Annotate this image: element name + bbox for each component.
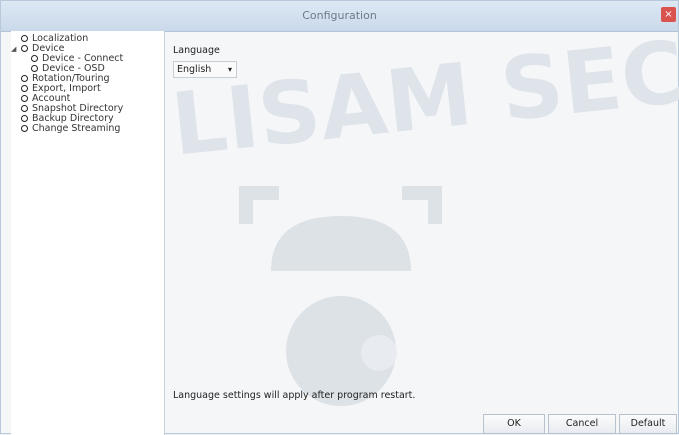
circle-icon (21, 125, 28, 132)
cancel-button[interactable]: Cancel (548, 414, 616, 434)
title-bar: Configuration × (1, 1, 678, 32)
expand-icon[interactable]: ◢ (11, 44, 16, 54)
default-button[interactable]: Default (619, 414, 677, 434)
circle-icon (21, 95, 28, 102)
ok-button[interactable]: OK (483, 414, 545, 434)
content-panel: Language English ▾ Language settings wil… (165, 31, 678, 434)
tree-item[interactable]: Change Streaming (11, 124, 164, 134)
language-select-value: English (177, 64, 212, 75)
language-select[interactable]: English ▾ (173, 61, 237, 78)
circle-icon (31, 55, 38, 62)
tree-item-label: Change Streaming (32, 123, 121, 134)
circle-icon (21, 115, 28, 122)
circle-icon (21, 75, 28, 82)
window-title: Configuration (302, 9, 377, 22)
circle-icon (21, 45, 28, 52)
language-label: Language (173, 45, 220, 56)
circle-icon (21, 105, 28, 112)
circle-icon (21, 85, 28, 92)
circle-icon (21, 35, 28, 42)
settings-tree: Localization ◢ Device Device - Connect Devic… (11, 31, 165, 435)
chevron-down-icon: ▾ (227, 65, 232, 74)
restart-note: Language settings will apply after progr… (173, 390, 416, 401)
configuration-window: Configuration × LISAM SECU Localization ◢… (0, 0, 679, 435)
circle-icon (31, 65, 38, 72)
close-button[interactable]: × (661, 7, 676, 22)
